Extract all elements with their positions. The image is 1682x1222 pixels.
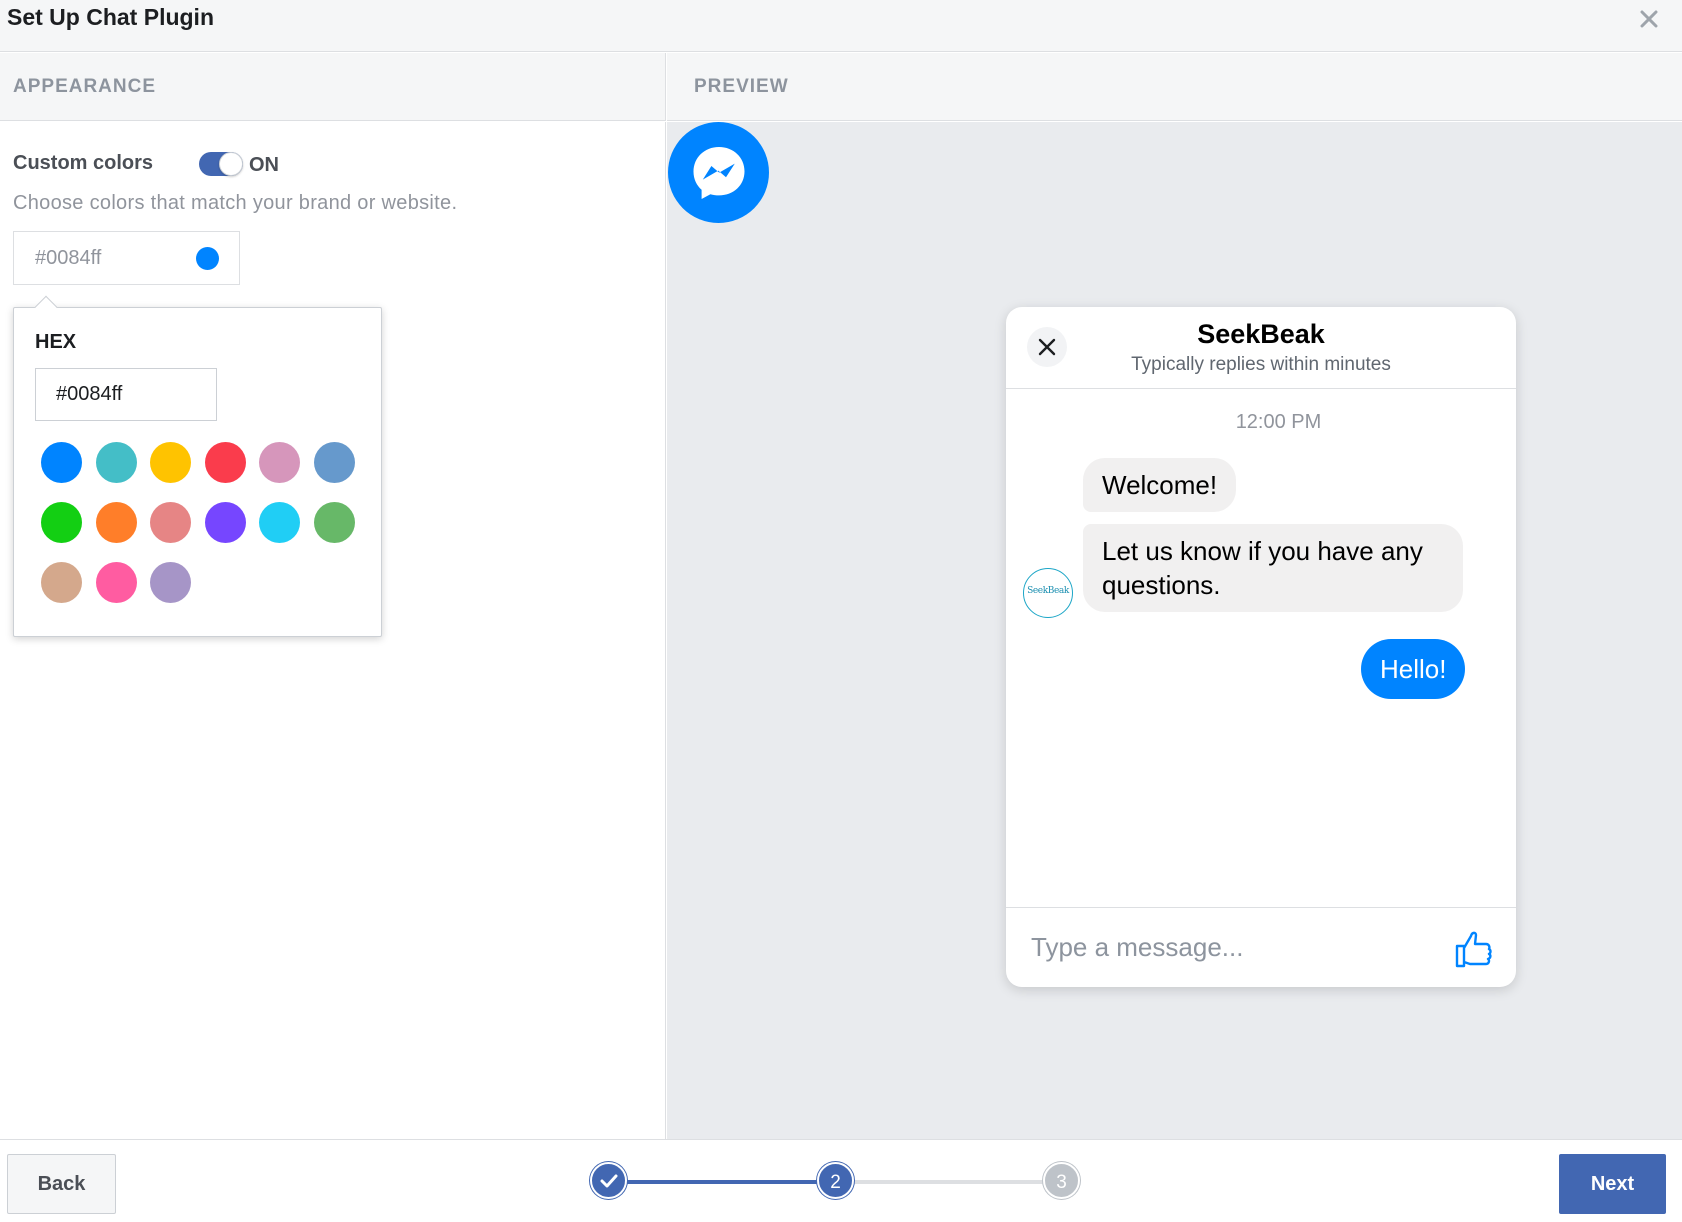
incoming-message: Let us know if you have any questions. [1083, 524, 1463, 612]
step-2-current: 2 [817, 1162, 854, 1199]
chat-window: SeekBeak Typically replies within minute… [1006, 307, 1516, 987]
chat-page-name: SeekBeak [1197, 319, 1325, 349]
chat-status: Typically replies within minutes [1131, 354, 1391, 375]
color-swatch[interactable] [204, 502, 246, 543]
dialog-titlebar: Set Up Chat Plugin [0, 0, 1682, 52]
checkmark-icon [600, 1174, 618, 1188]
preview-heading: PREVIEW [694, 76, 789, 97]
back-button[interactable]: Back [7, 1154, 116, 1214]
color-swatch[interactable] [204, 442, 246, 483]
message-composer: Type a message... [1006, 907, 1516, 987]
chat-header: SeekBeak Typically replies within minute… [1006, 307, 1516, 389]
progress-line-remaining [835, 1180, 1062, 1184]
toggle-knob [219, 152, 243, 176]
next-button[interactable]: Next [1559, 1154, 1666, 1214]
color-swatch[interactable] [95, 502, 137, 543]
color-swatch[interactable] [313, 442, 355, 483]
appearance-panel: Custom colors ON Choose colors that matc… [0, 122, 666, 1139]
color-swatch[interactable] [95, 442, 137, 483]
dialog-title: Set Up Chat Plugin [7, 4, 214, 30]
custom-colors-toggle[interactable] [199, 152, 243, 176]
color-swatch[interactable] [95, 562, 137, 603]
color-swatch[interactable] [313, 502, 355, 543]
color-swatch[interactable] [41, 442, 82, 483]
message-input[interactable]: Type a message... [1031, 932, 1243, 963]
appearance-heading: APPEARANCE [13, 76, 157, 97]
color-swatch[interactable] [41, 502, 82, 543]
color-swatch[interactable] [150, 442, 191, 483]
appearance-header: APPEARANCE [0, 53, 666, 121]
incoming-message: Welcome! [1083, 458, 1237, 512]
page-avatar: SeekBeak [1023, 568, 1073, 618]
dialog-footer: Back 2 3 Next [0, 1139, 1682, 1222]
messenger-icon [693, 147, 745, 199]
hex-label: HEX [35, 331, 77, 353]
setup-chat-plugin-dialog: Set Up Chat Plugin APPEARANCE PREVIEW Cu… [0, 0, 1682, 1222]
step-1-complete [590, 1162, 627, 1199]
color-preview-dot [196, 247, 219, 270]
preview-panel: SeekBeak Typically replies within minute… [667, 122, 1682, 1139]
color-swatch[interactable] [150, 562, 191, 603]
avatar-logo-text: SeekBeak [1027, 586, 1069, 596]
progress-line-completed [608, 1180, 835, 1184]
color-field-value: #0084ff [35, 247, 102, 269]
toggle-state-label: ON [249, 154, 279, 176]
messenger-launcher-button[interactable] [668, 122, 769, 223]
color-swatch[interactable] [150, 502, 191, 543]
color-swatch[interactable] [259, 442, 300, 483]
close-icon[interactable] [1636, 6, 1662, 32]
custom-colors-label: Custom colors [13, 152, 154, 174]
color-picker-popover: HEX [13, 295, 382, 637]
preview-header: PREVIEW [667, 53, 1682, 121]
popover-arrow [34, 295, 58, 319]
color-swatch[interactable] [41, 562, 82, 603]
chat-timestamp: 12:00 PM [1235, 411, 1322, 433]
step-3-upcoming: 3 [1043, 1162, 1080, 1199]
color-swatch[interactable] [259, 502, 300, 543]
color-field[interactable]: #0084ff [13, 231, 240, 285]
thumbs-up-button[interactable] [1451, 926, 1495, 975]
hex-input[interactable] [35, 368, 217, 421]
custom-colors-description: Choose colors that match your brand or w… [13, 192, 458, 214]
thumbs-up-icon [1455, 931, 1492, 968]
outgoing-message: Hello! [1361, 639, 1466, 699]
